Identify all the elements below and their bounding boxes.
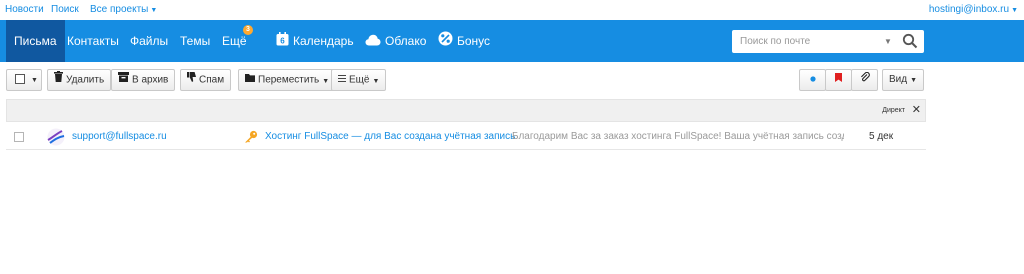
paperclip-icon xyxy=(860,70,870,90)
nav-files[interactable]: Файлы xyxy=(130,20,168,62)
message-sender[interactable]: support@fullspace.ru xyxy=(72,131,167,142)
nav-calendar-label: Календарь xyxy=(293,34,354,48)
chevron-down-icon: ▼ xyxy=(322,77,330,85)
user-email: hostingi@inbox.ru xyxy=(928,4,1010,15)
chevron-down-icon: ▼ xyxy=(372,77,380,85)
nav-contacts[interactable]: Контакты xyxy=(67,20,119,62)
more-actions-button[interactable]: Ещё ▼ xyxy=(331,69,387,91)
search-input[interactable] xyxy=(732,30,872,53)
view-label: Вид xyxy=(889,74,908,85)
view-button[interactable]: Вид ▼ xyxy=(882,69,925,91)
nav-bonus-label: Бонус xyxy=(457,34,491,48)
folder-icon xyxy=(245,70,255,90)
all-projects-link[interactable]: Все проекты ▼ xyxy=(90,4,157,15)
move-button[interactable]: Переместить ▼ xyxy=(238,69,337,91)
calendar-icon: 6 xyxy=(276,21,289,63)
chevron-down-icon: ▼ xyxy=(910,77,918,84)
message-row[interactable]: support@fullspace.ru Хостинг FullSpace —… xyxy=(6,124,926,150)
notification-badge: 3 xyxy=(243,25,253,35)
archive-icon xyxy=(118,70,129,90)
nav-bonus[interactable]: Бонус xyxy=(438,20,490,62)
menu-icon xyxy=(338,70,346,90)
nav-cloud-label: Облако xyxy=(385,34,427,48)
search-link[interactable]: Поиск xyxy=(51,4,79,15)
trash-icon xyxy=(54,70,63,90)
all-projects-label: Все проекты xyxy=(90,4,149,15)
message-snippet: Благодарим Вас за заказ хостинга FullSpa… xyxy=(512,131,844,142)
close-icon[interactable]: ✕ xyxy=(912,103,921,116)
message-checkbox[interactable] xyxy=(14,132,24,142)
top-links-bar: Новости Поиск Все проекты ▼ hostingi@inbo… xyxy=(0,0,1024,20)
filter-unread-button[interactable] xyxy=(799,69,826,91)
search-options-dropdown[interactable]: ▼ xyxy=(884,37,892,46)
message-date: 5 дек xyxy=(869,131,894,142)
message-subject[interactable]: Хостинг FullSpace — для Вас создана учёт… xyxy=(265,131,515,142)
bonus-icon xyxy=(438,21,453,63)
nav-cloud[interactable]: Облако xyxy=(365,20,426,62)
delete-label: Удалить xyxy=(66,74,105,86)
news-link[interactable]: Новости xyxy=(5,4,44,15)
search-button[interactable] xyxy=(902,33,918,54)
delete-button[interactable]: Удалить xyxy=(47,69,112,91)
nav-letters[interactable]: Письма xyxy=(6,20,65,62)
checkbox-icon xyxy=(15,74,25,85)
dot-icon xyxy=(809,70,816,90)
filter-attachments-button[interactable] xyxy=(851,69,878,91)
key-icon xyxy=(244,130,258,146)
spam-label: Спам xyxy=(199,74,225,86)
thumbs-down-icon xyxy=(187,70,196,90)
select-all-checkbox-dropdown[interactable]: ▼ xyxy=(6,69,42,91)
spam-button[interactable]: Спам xyxy=(180,69,232,91)
search-icon xyxy=(902,33,918,49)
chevron-down-icon: ▼ xyxy=(31,77,38,84)
chevron-down-icon: ▼ xyxy=(1011,7,1018,14)
search-box: ▼ xyxy=(732,30,924,53)
nav-themes[interactable]: Темы xyxy=(180,20,210,62)
filter-flagged-button[interactable] xyxy=(825,69,852,91)
main-nav: Письма Контакты Файлы Темы Ещё 3 6 Кален… xyxy=(0,20,1024,62)
archive-button[interactable]: В архив xyxy=(111,69,176,91)
flag-icon xyxy=(835,70,842,90)
cloud-icon xyxy=(365,21,381,63)
direct-link[interactable]: Директ xyxy=(882,107,905,114)
more-actions-label: Ещё xyxy=(349,74,370,86)
move-label: Переместить xyxy=(258,74,320,86)
chevron-down-icon: ▼ xyxy=(150,7,158,14)
calendar-day: 6 xyxy=(280,36,285,45)
sender-avatar[interactable] xyxy=(46,128,66,146)
user-menu[interactable]: hostingi@inbox.ru ▼ xyxy=(929,4,1018,15)
archive-label: В архив xyxy=(132,74,169,86)
list-header: Директ ✕ xyxy=(6,99,926,122)
nav-calendar[interactable]: 6 Календарь xyxy=(276,20,354,62)
